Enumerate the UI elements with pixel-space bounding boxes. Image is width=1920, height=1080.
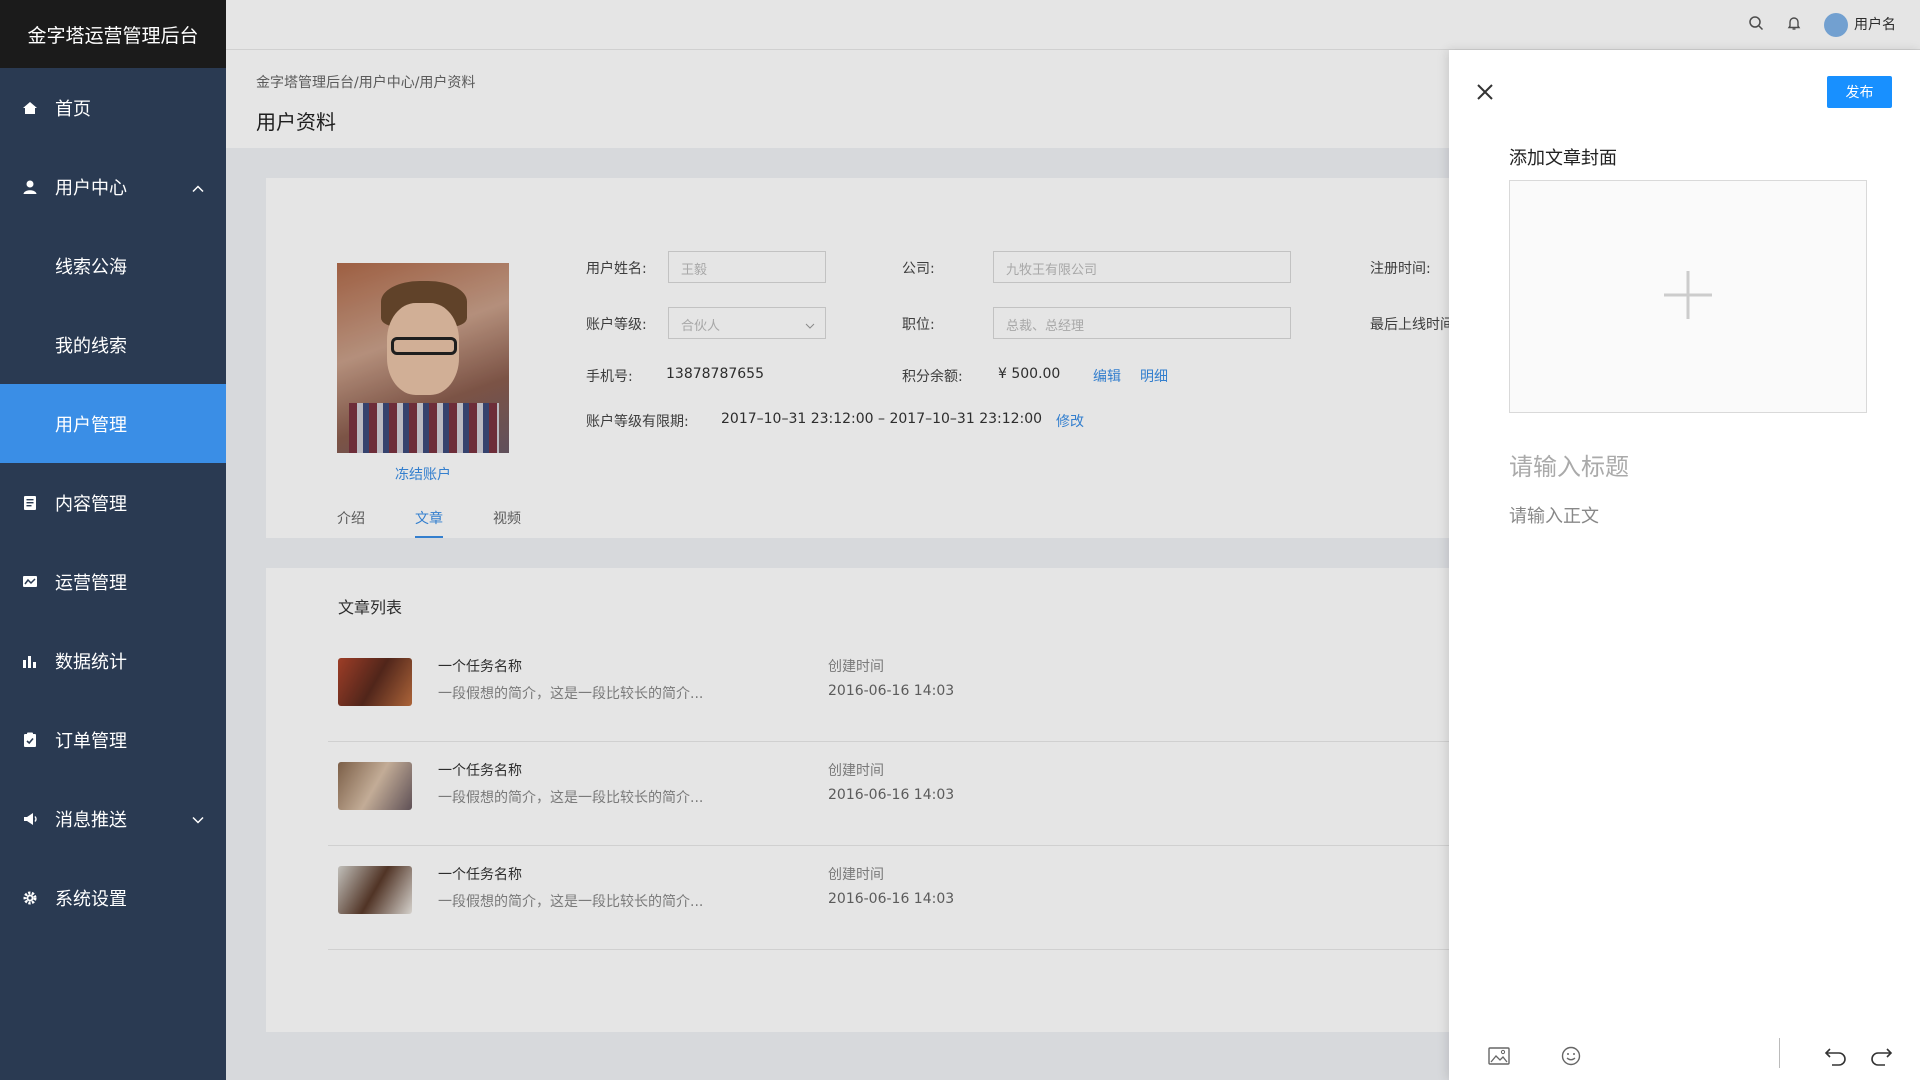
redo-icon[interactable] <box>1869 1044 1893 1068</box>
sidebar-item-user-center[interactable]: 用户中心 <box>0 147 226 226</box>
sidebar-item-my-leads[interactable]: 我的线索 <box>0 305 226 384</box>
flag-icon <box>22 574 38 590</box>
sidebar-item-label: 用户中心 <box>55 177 127 199</box>
cover-upload[interactable] <box>1509 180 1867 413</box>
sidebar-item-label: 首页 <box>55 98 91 120</box>
sidebar-item-user-management[interactable]: 用户管理 <box>0 384 226 463</box>
sidebar-item-leads-pool[interactable]: 线索公海 <box>0 226 226 305</box>
body-input[interactable]: 请输入正文 <box>1509 502 1599 528</box>
document-icon <box>22 495 38 511</box>
sidebar-item-label: 数据统计 <box>55 651 127 673</box>
editor-toolbar <box>1449 1030 1920 1080</box>
sidebar-item-messages[interactable]: 消息推送 <box>0 779 226 858</box>
gear-icon <box>22 890 38 906</box>
sidebar-item-label: 线索公海 <box>55 256 127 278</box>
sidebar-item-orders[interactable]: 订单管理 <box>0 700 226 779</box>
sidebar-item-label: 用户管理 <box>55 414 127 436</box>
sidebar: 金字塔运营管理后台 首页 用户中心 线索公海 我的线索 用户管理 内容管理 运营… <box>0 0 226 1080</box>
sidebar-item-label: 系统设置 <box>55 888 127 910</box>
sidebar-item-label: 我的线索 <box>55 335 127 357</box>
chevron-up-icon <box>192 176 204 197</box>
sidebar-item-label: 运营管理 <box>55 572 127 594</box>
title-input[interactable]: 请输入标题 <box>1509 447 1629 482</box>
sidebar-item-label: 消息推送 <box>55 809 127 831</box>
plus-icon <box>1662 269 1714 325</box>
home-icon <box>22 100 38 116</box>
sidebar-item-home[interactable]: 首页 <box>0 68 226 147</box>
cover-label: 添加文章封面 <box>1509 148 1617 169</box>
bar-chart-icon <box>22 653 38 669</box>
toolbar-divider <box>1779 1038 1780 1068</box>
chevron-down-icon <box>192 808 204 829</box>
sidebar-item-statistics[interactable]: 数据统计 <box>0 621 226 700</box>
publish-button[interactable]: 发布 <box>1827 76 1892 108</box>
megaphone-icon <box>22 811 38 827</box>
sidebar-item-content[interactable]: 内容管理 <box>0 463 226 542</box>
app-title: 金字塔运营管理后台 <box>0 0 226 68</box>
image-icon[interactable] <box>1487 1044 1511 1068</box>
sidebar-item-label: 订单管理 <box>55 730 127 752</box>
sidebar-item-label: 内容管理 <box>55 493 127 515</box>
clipboard-icon <box>22 732 38 748</box>
close-icon[interactable] <box>1473 80 1497 104</box>
sidebar-item-settings[interactable]: 系统设置 <box>0 858 226 937</box>
undo-icon[interactable] <box>1824 1044 1848 1068</box>
emoji-icon[interactable] <box>1559 1044 1583 1068</box>
user-icon <box>22 179 38 195</box>
sidebar-item-operations[interactable]: 运营管理 <box>0 542 226 621</box>
article-editor-drawer: 发布 添加文章封面 请输入标题 请输入正文 <box>1449 50 1920 1080</box>
